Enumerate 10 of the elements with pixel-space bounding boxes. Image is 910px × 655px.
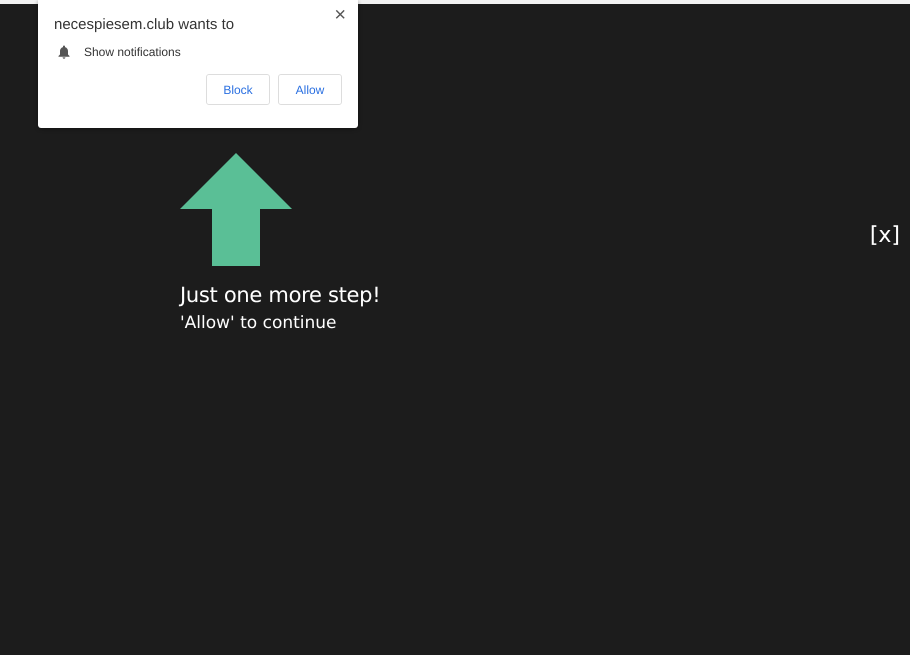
up-arrow-icon xyxy=(180,153,292,266)
bell-icon xyxy=(58,45,70,59)
heading: Just one more step! xyxy=(180,283,380,307)
allow-button[interactable]: Allow xyxy=(278,74,342,105)
close-link[interactable]: [x] xyxy=(870,223,900,248)
block-button[interactable]: Block xyxy=(206,74,270,105)
permission-label: Show notifications xyxy=(84,45,181,59)
instruction-text: 'Allow' to continue xyxy=(180,313,338,333)
close-button[interactable]: × xyxy=(330,4,350,27)
prompt-title: necespiesem.club wants to xyxy=(54,16,236,33)
